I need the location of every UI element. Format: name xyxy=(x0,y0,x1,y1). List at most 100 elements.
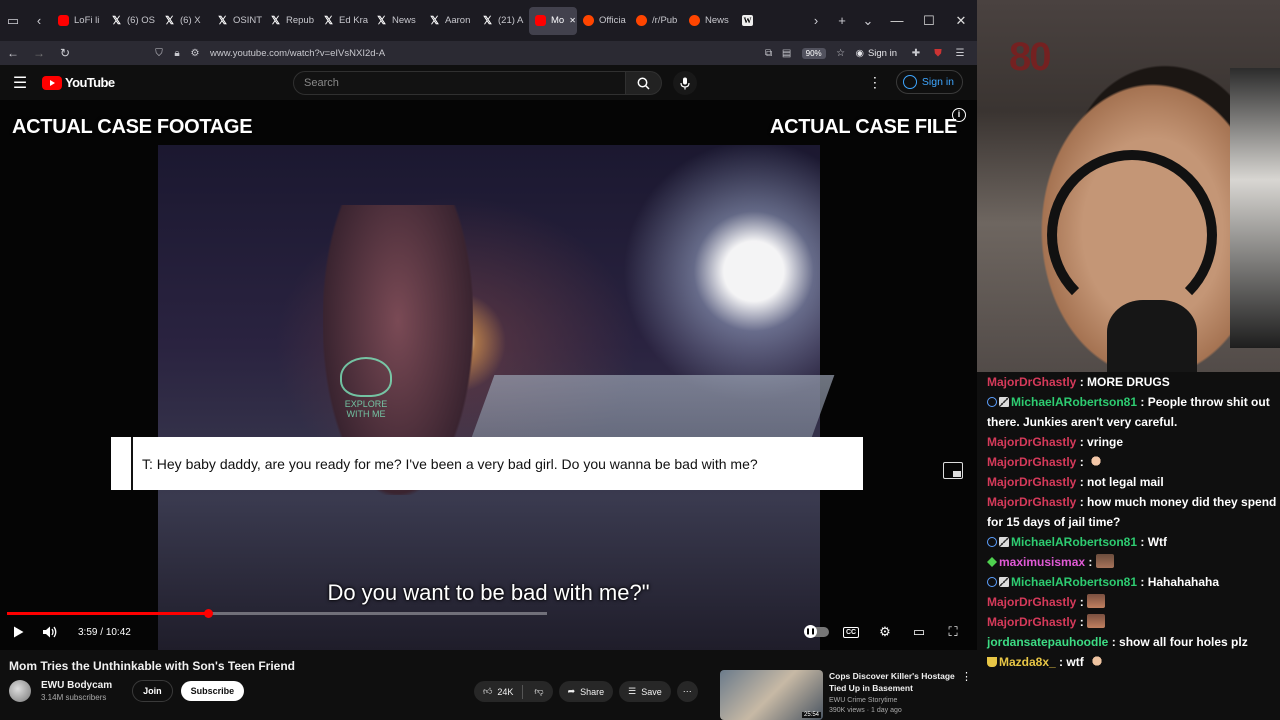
chat-username[interactable]: MajorDrGhastly xyxy=(987,455,1076,469)
wolf-logo-icon xyxy=(340,357,392,397)
like-count[interactable]: 24K xyxy=(497,687,513,697)
browser-tab[interactable]: 𝕏 Aaron xyxy=(423,7,476,35)
app-menu-icon[interactable]: ☰ xyxy=(951,44,969,62)
url-text[interactable]: www.youtube.com/watch?v=eIVsNXI2d-A xyxy=(210,48,385,59)
suggested-video[interactable]: 25:54 Cops Discover Killer's Hostage Tie… xyxy=(720,670,977,720)
chat-username[interactable]: MajorDrGhastly xyxy=(987,375,1076,389)
more-actions-button[interactable]: ⋯ xyxy=(676,681,698,702)
channel-name[interactable]: EWU Bodycam xyxy=(41,680,112,691)
maximize-icon[interactable]: ☐ xyxy=(913,7,945,35)
theater-mode-button[interactable]: ▭ xyxy=(903,624,935,640)
chat-username[interactable]: Mazda8x_ xyxy=(999,655,1056,669)
share-button[interactable]: ➦ Share xyxy=(558,681,614,702)
settings-button[interactable]: ⚙ xyxy=(869,624,901,640)
browser-tab[interactable]: 𝕏 OSINT xyxy=(211,7,264,35)
browser-tab[interactable]: W xyxy=(736,7,758,35)
search-button[interactable] xyxy=(626,71,662,95)
browser-tab[interactable]: 𝕏 (21) A xyxy=(476,7,529,35)
chat-username[interactable]: MajorDrGhastly xyxy=(987,615,1076,629)
suggested-title[interactable]: Cops Discover Killer's Hostage Tied Up i… xyxy=(829,670,957,694)
lock-icon[interactable]: 🔒︎ xyxy=(168,44,186,62)
chat-username[interactable]: MichaelARobertson81 xyxy=(1011,395,1137,409)
chat-username[interactable]: MajorDrGhastly xyxy=(987,595,1076,609)
voice-search-button[interactable] xyxy=(673,71,697,95)
channel-avatar[interactable] xyxy=(9,680,31,702)
forward-icon[interactable]: → xyxy=(26,42,52,64)
browser-tab[interactable]: 𝕏 (6) OS xyxy=(105,7,158,35)
permissions-icon[interactable]: ⚙ xyxy=(186,44,204,62)
ublock-icon[interactable]: ⛊ xyxy=(929,44,947,62)
close-tab-icon[interactable]: ✕ xyxy=(569,16,576,25)
chat-emote-icon xyxy=(1087,594,1106,608)
subscribe-button[interactable]: Subscribe xyxy=(180,681,245,701)
chat-text: not legal mail xyxy=(1087,475,1164,489)
gem-badge-icon xyxy=(987,557,997,567)
captions-icon: CC xyxy=(842,626,860,638)
video-frame xyxy=(158,145,835,650)
shield-icon[interactable]: ⛉ xyxy=(150,44,168,62)
progress-scrubber[interactable] xyxy=(203,609,213,618)
reader-mode-icon[interactable]: ▤ xyxy=(778,44,796,62)
time-display: 3:59 / 10:42 xyxy=(78,626,131,638)
browser-tab[interactable]: 𝕏 (6) X xyxy=(158,7,211,35)
hamburger-menu-icon[interactable]: ☰ xyxy=(0,73,40,93)
settings-kebab-icon[interactable]: ⋮ xyxy=(868,74,882,91)
progress-bar[interactable] xyxy=(7,609,547,618)
browser-tab[interactable]: /r/Pub xyxy=(630,7,683,35)
video-player[interactable]: EXPLORE WITH ME ACTUAL CASE FOOTAGE ACTU… xyxy=(0,100,977,650)
bookmark-star-icon[interactable]: ☆ xyxy=(832,44,850,62)
miniplayer-icon[interactable] xyxy=(943,462,963,479)
browser-tab[interactable]: 𝕏 Ed Kra xyxy=(317,7,370,35)
close-window-icon[interactable]: ✕ xyxy=(945,7,977,35)
browser-tab[interactable]: LoFi li xyxy=(52,7,105,35)
suggested-thumbnail[interactable]: 25:54 xyxy=(720,670,823,720)
youtube-favicon-icon xyxy=(58,15,69,26)
tab-overview-icon[interactable]: ▭ xyxy=(0,7,26,35)
url-bar[interactable]: ⛉ 🔒︎ ⚙ www.youtube.com/watch?v=eIVsNXI2d… xyxy=(78,43,850,63)
tabs-scroll-right-icon[interactable]: › xyxy=(803,7,829,35)
autoplay-toggle[interactable] xyxy=(801,625,833,638)
browser-tab[interactable]: Mo ✕ xyxy=(529,6,577,35)
chat-username[interactable]: jordansatepauhoodle xyxy=(987,635,1108,649)
chat-username[interactable]: MichaelARobertson81 xyxy=(1011,575,1137,589)
user-circle-icon xyxy=(902,75,917,89)
search-input[interactable] xyxy=(293,71,626,95)
browser-tab[interactable]: News xyxy=(683,7,736,35)
youtube-sign-in-button[interactable]: Sign in xyxy=(895,70,963,94)
browser-tab[interactable]: 𝕏 News xyxy=(370,7,423,35)
volume-button[interactable] xyxy=(34,626,66,638)
extensions-icon[interactable]: ✚ xyxy=(907,44,925,62)
text-message-overlay: T: Hey baby daddy, are you ready for me?… xyxy=(111,437,863,490)
reload-icon[interactable]: ↻ xyxy=(52,42,78,64)
zoom-level-badge[interactable]: 90% xyxy=(801,47,826,59)
chat-username[interactable]: maximusismax xyxy=(999,555,1085,569)
info-icon[interactable]: i xyxy=(952,108,966,122)
sub-badge-icon xyxy=(999,577,1009,587)
chat-username[interactable]: MichaelARobertson81 xyxy=(1011,535,1137,549)
save-button[interactable]: ☰ Save xyxy=(619,681,671,702)
picture-in-picture-icon[interactable]: ⧉ xyxy=(760,44,778,62)
youtube-logo[interactable]: YouTube xyxy=(42,75,115,90)
chat-username[interactable]: MajorDrGhastly xyxy=(987,495,1076,509)
suggested-kebab-icon[interactable]: ⋮ xyxy=(961,670,972,720)
play-button[interactable] xyxy=(2,626,34,638)
youtube-play-icon xyxy=(42,75,62,90)
back-icon[interactable]: ← xyxy=(0,42,26,64)
fullscreen-icon: ⛶ xyxy=(948,624,958,639)
chat-badges xyxy=(987,657,997,667)
thumbs-up-icon[interactable]: 👍︎ xyxy=(483,686,492,697)
fullscreen-button[interactable]: ⛶ xyxy=(937,624,969,640)
browser-tab[interactable]: Officia xyxy=(577,7,630,35)
chat-username[interactable]: MajorDrGhastly xyxy=(987,435,1076,449)
channel-row: EWU Bodycam 3.14M subscribers Join Subsc… xyxy=(9,680,245,702)
captions-button[interactable]: CC xyxy=(835,626,867,638)
account-sign-in[interactable]: ◉ Sign in xyxy=(856,48,897,59)
tabs-scroll-left-icon[interactable]: ‹ xyxy=(26,7,52,35)
chat-username[interactable]: MajorDrGhastly xyxy=(987,475,1076,489)
minimize-icon[interactable]: — xyxy=(881,7,913,35)
tab-list-dropdown-icon[interactable]: ⌄ xyxy=(855,7,881,35)
new-tab-icon[interactable]: + xyxy=(829,7,855,35)
thumbs-down-icon[interactable]: 👎︎ xyxy=(528,686,552,697)
join-button[interactable]: Join xyxy=(132,680,173,702)
browser-tab[interactable]: 𝕏 Repub xyxy=(264,7,317,35)
